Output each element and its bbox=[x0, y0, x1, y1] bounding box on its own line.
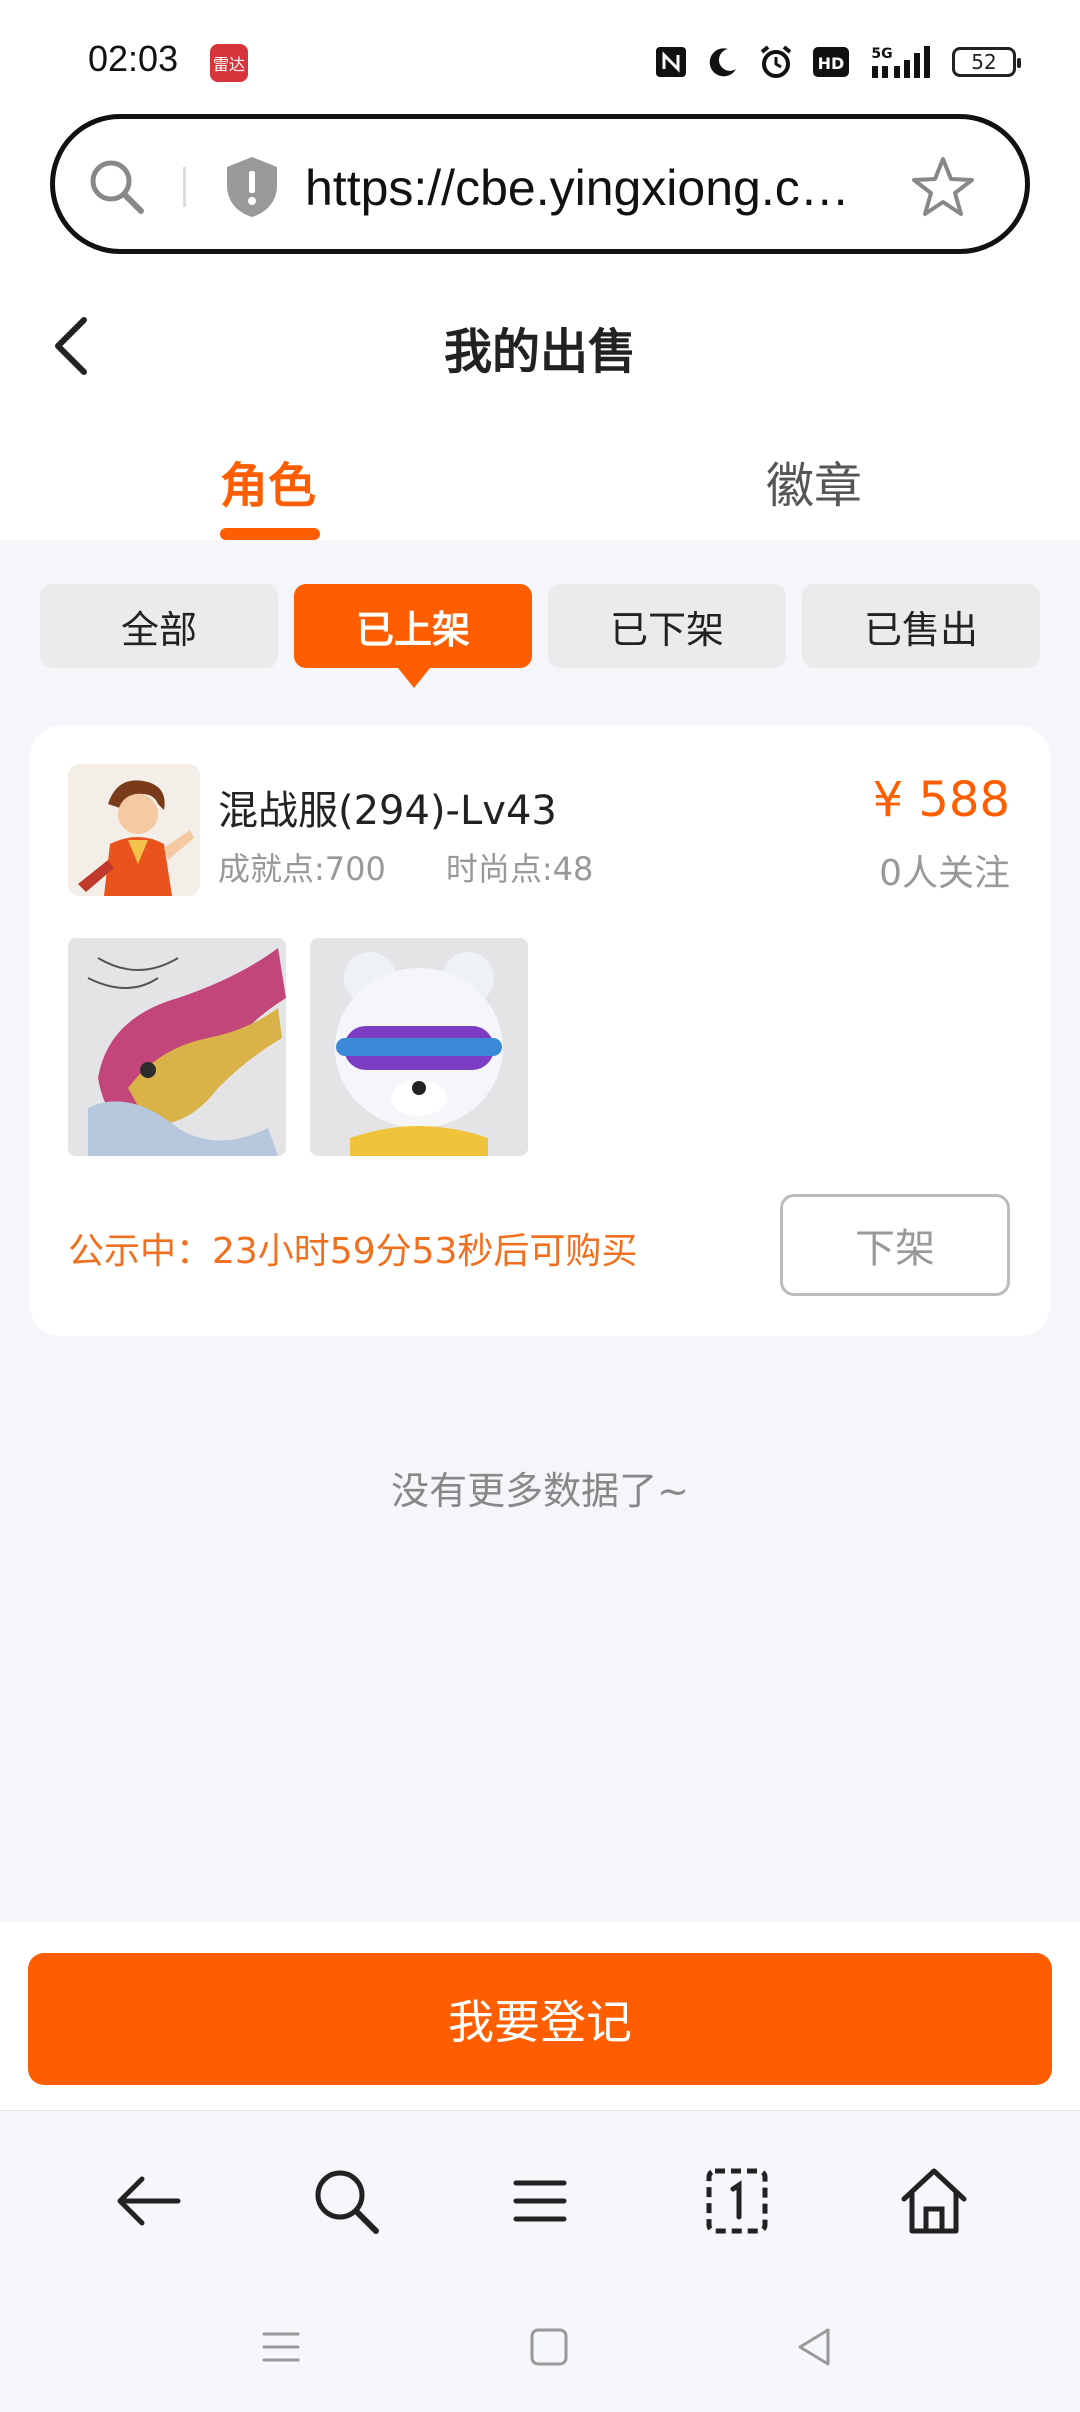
tabs-icon[interactable] bbox=[697, 2161, 777, 2241]
battery-icon: 52 bbox=[952, 47, 1021, 77]
back-triangle-icon[interactable] bbox=[790, 2322, 840, 2372]
home-square-icon[interactable] bbox=[524, 2322, 574, 2372]
stats-row: 成就点:700 时尚点:48 bbox=[218, 844, 593, 890]
page-title: 我的出售 bbox=[443, 324, 636, 380]
filter-listed[interactable]: 已上架 bbox=[294, 584, 532, 688]
address-bar[interactable]: https://cbe.yingxiong.co... bbox=[50, 114, 1030, 254]
network-label: 5G bbox=[871, 46, 892, 62]
home-icon[interactable] bbox=[894, 2161, 974, 2241]
nfc-icon bbox=[654, 45, 688, 79]
status-bar: 02:03 雷达 HD 5G 52 bbox=[0, 0, 1080, 110]
divider bbox=[183, 167, 186, 207]
recents-icon[interactable] bbox=[256, 2322, 306, 2372]
filter-delisted[interactable]: 已下架 bbox=[548, 584, 786, 668]
system-navigation bbox=[0, 2280, 1080, 2412]
signal-5g-icon: 5G bbox=[868, 44, 934, 80]
alarm-icon bbox=[758, 44, 794, 80]
bookmark-star-icon[interactable] bbox=[911, 155, 975, 219]
active-tab-indicator bbox=[220, 528, 320, 540]
app-notification-icon: 雷达 bbox=[210, 44, 248, 82]
price: ¥ 588 bbox=[872, 772, 1010, 828]
status-filter: 全部 已上架 已下架 已售出 bbox=[40, 584, 1040, 688]
back-arrow-icon[interactable] bbox=[108, 2161, 188, 2241]
tab-role[interactable]: 角色 bbox=[220, 446, 316, 516]
tab-badge[interactable]: 徽章 bbox=[766, 446, 862, 516]
listing-card[interactable]: 混战服(294)-Lv43 成就点:700 时尚点:48 ¥ 588 0人关注 bbox=[30, 726, 1050, 1336]
status-icons: HD 5G 52 bbox=[654, 38, 1021, 86]
url-text[interactable]: https://cbe.yingxiong.co... bbox=[305, 159, 865, 217]
svg-text:HD: HD bbox=[818, 54, 845, 73]
delist-button[interactable]: 下架 bbox=[780, 1194, 1010, 1296]
menu-icon[interactable] bbox=[500, 2161, 580, 2241]
publicity-notice: 公示中：23小时59分53秒后可购买 bbox=[68, 1231, 638, 1272]
security-shield-icon[interactable] bbox=[223, 155, 281, 219]
hd-icon: HD bbox=[812, 46, 850, 78]
filter-sold[interactable]: 已售出 bbox=[802, 584, 1040, 668]
page-header: 我的出售 bbox=[0, 290, 1080, 400]
register-button[interactable]: 我要登记 bbox=[28, 1953, 1052, 2085]
main-tabs: 角色 徽章 bbox=[0, 420, 1080, 540]
fashion-points: 时尚点:48 bbox=[445, 850, 594, 888]
achievement-points: 成就点:700 bbox=[218, 850, 386, 888]
search-icon[interactable] bbox=[306, 2161, 386, 2241]
item-thumbnail-bear[interactable] bbox=[310, 938, 528, 1156]
follower-count: 0人关注 bbox=[879, 853, 1010, 894]
item-thumbnail-dragon[interactable] bbox=[68, 938, 286, 1156]
status-time: 02:03 bbox=[88, 38, 179, 79]
browser-toolbar bbox=[0, 2110, 1080, 2280]
no-more-data: 没有更多数据了~ bbox=[391, 1469, 689, 1513]
search-icon[interactable] bbox=[85, 155, 149, 219]
moon-icon bbox=[706, 45, 740, 79]
screen: 02:03 雷达 HD 5G 52 https://cbe.yingxiong.… bbox=[0, 0, 1080, 2412]
filter-all[interactable]: 全部 bbox=[40, 584, 278, 668]
battery-level: 52 bbox=[971, 50, 997, 74]
server-name: 混战服(294)-Lv43 bbox=[218, 788, 557, 834]
character-avatar bbox=[68, 764, 200, 896]
